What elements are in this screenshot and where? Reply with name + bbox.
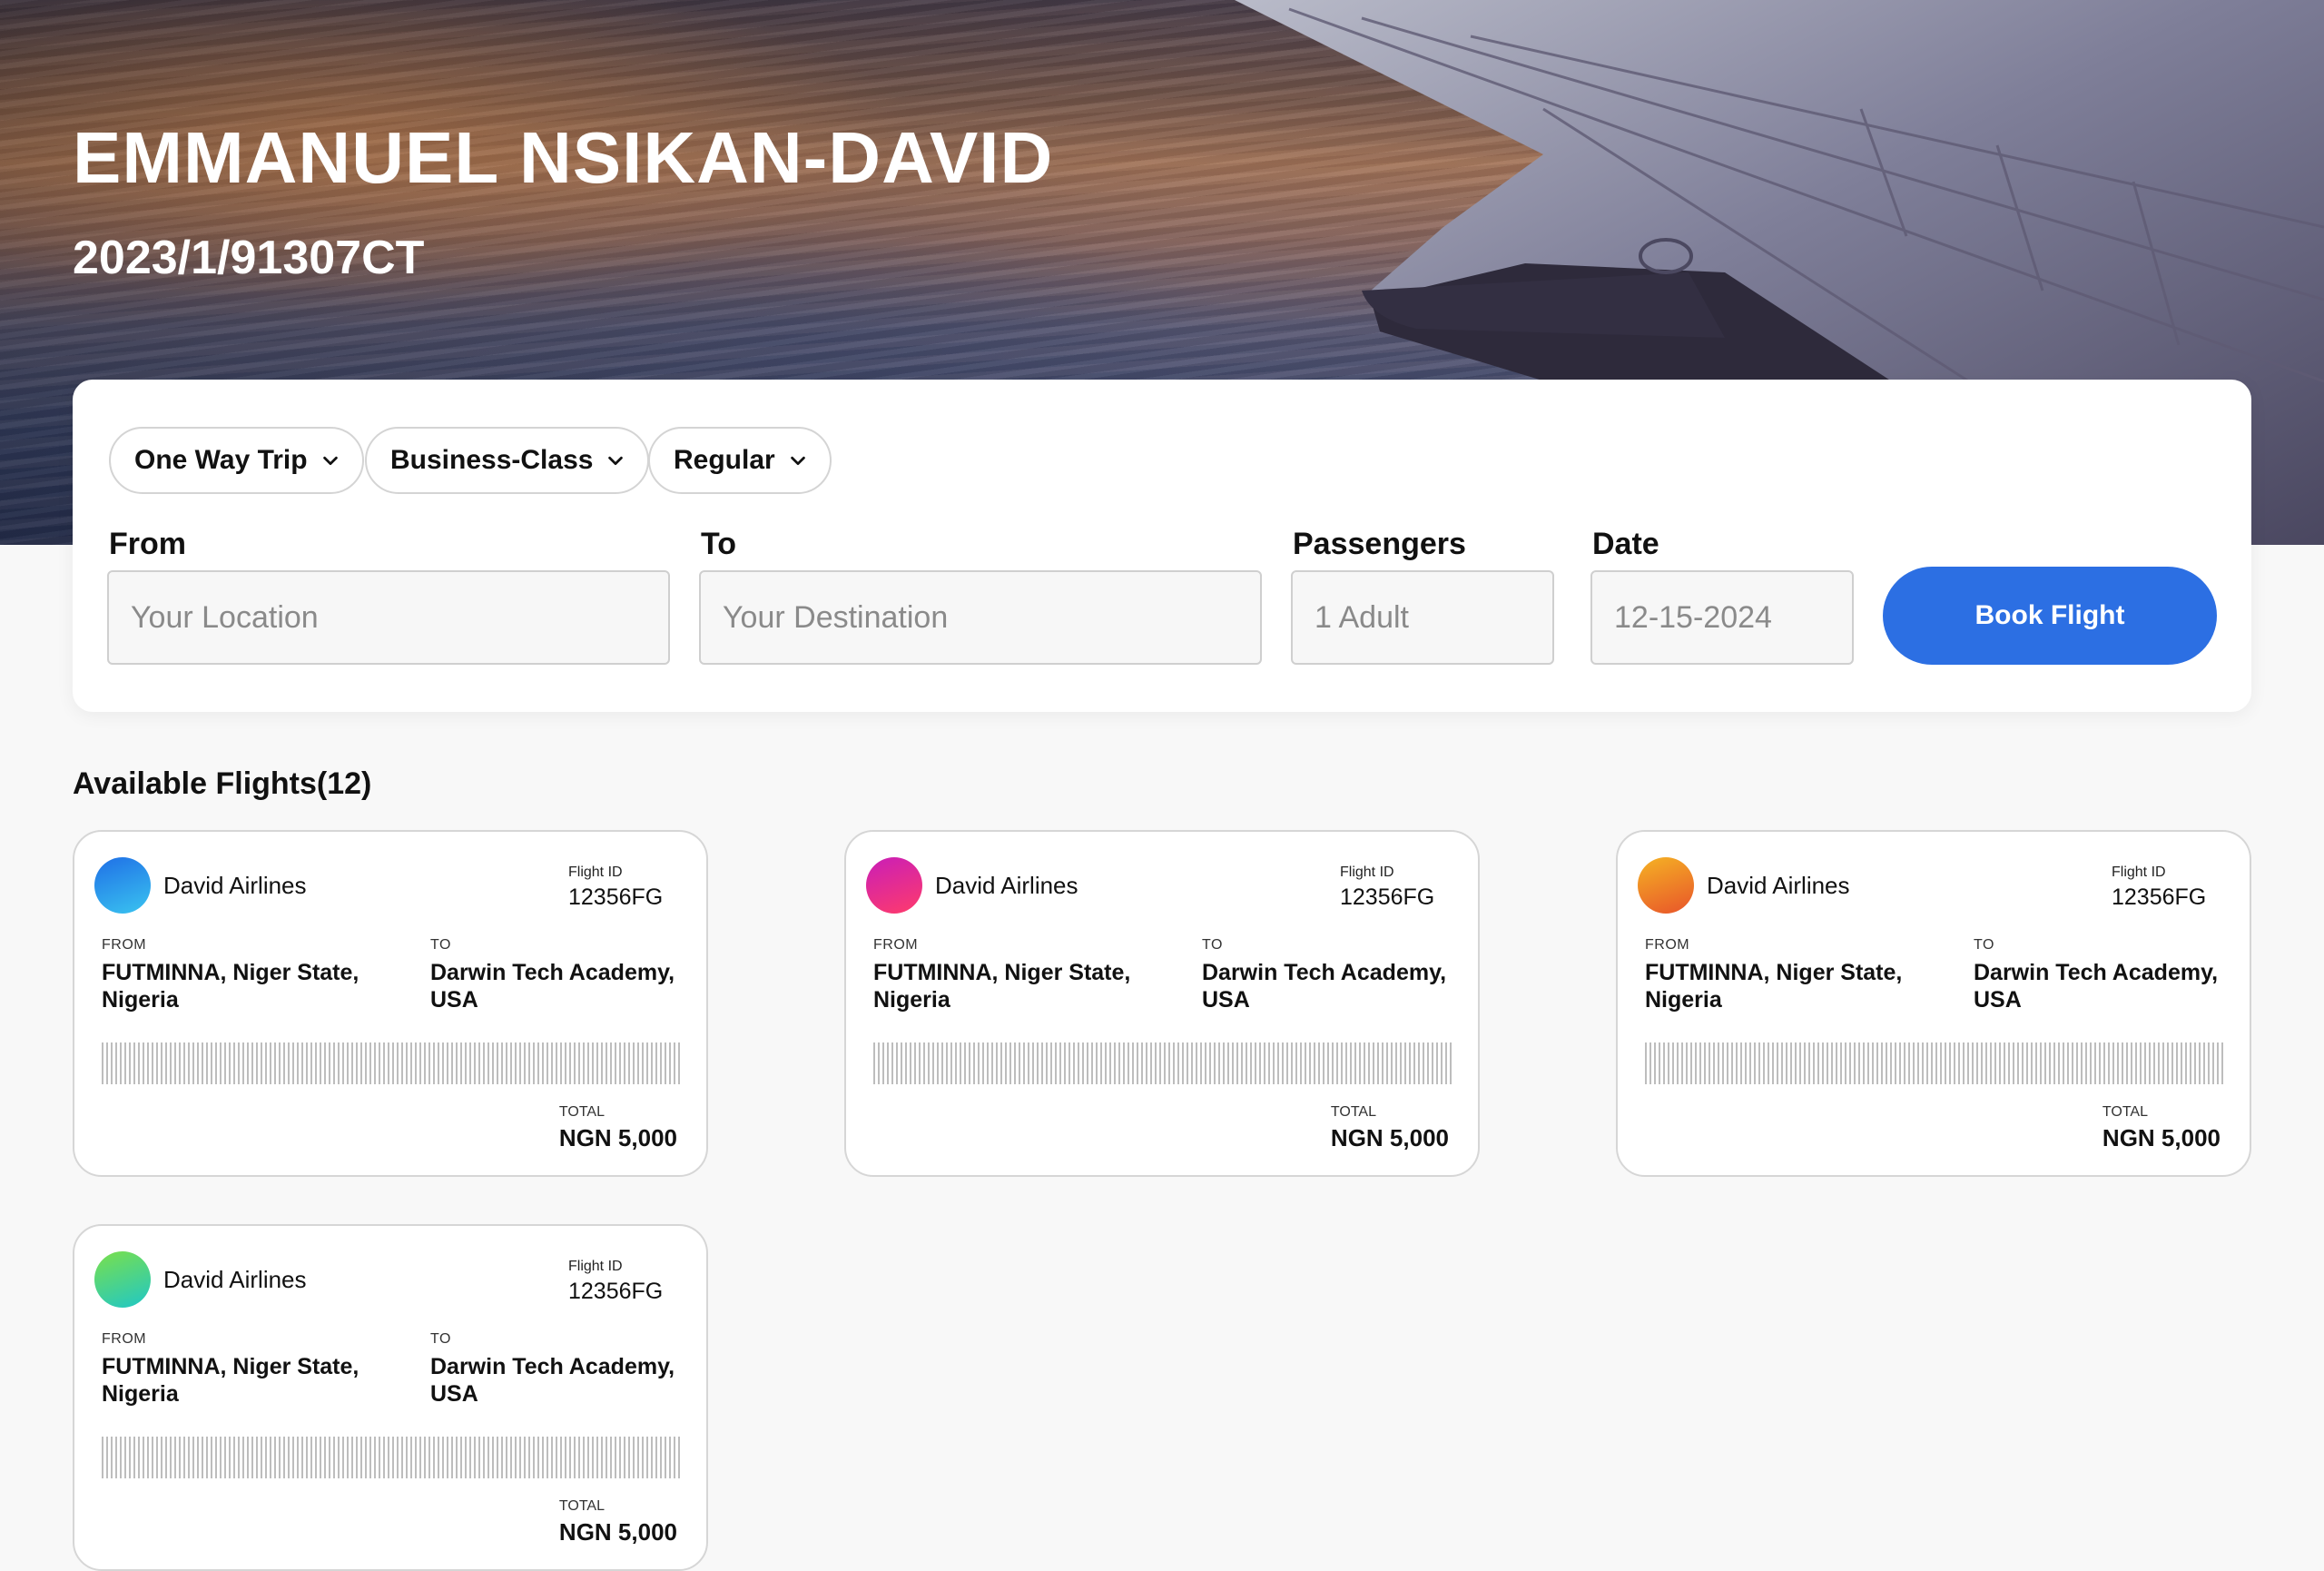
passengers-input[interactable]: 1 Adult (1291, 570, 1554, 665)
passenger-name: EMMANUEL NSIKAN-DAVID (73, 117, 1054, 198)
chevron-down-icon (790, 456, 805, 466)
airline-name: David Airlines (935, 872, 1078, 899)
total-price: NGN 5,000 (558, 1518, 677, 1546)
to-place: Darwin Tech Academy, USA (430, 960, 675, 1013)
airline-name: David Airlines (163, 872, 307, 899)
to-label: To (701, 527, 737, 561)
barcode-graphic (1645, 1042, 2224, 1084)
from-caption: FROM (102, 937, 147, 953)
total-price: NGN 5,000 (2102, 1124, 2221, 1151)
to-input-placeholder: Your Destination (723, 599, 949, 635)
passengers-input-placeholder: 1 Adult (1315, 599, 1409, 635)
cabin-class-label: Business-Class (390, 445, 594, 475)
from-place: FUTMINNA, Niger State, Nigeria (102, 960, 359, 1013)
flight-id: 12356FG (568, 884, 664, 910)
airline-logo-icon (94, 1251, 151, 1308)
flight-card[interactable]: David Airlines Flight ID 12356FG FROM FU… (73, 1224, 708, 1571)
cabin-class-dropdown[interactable]: Business-Class (365, 427, 650, 494)
chevron-down-icon (322, 456, 338, 466)
date-input[interactable]: 12-15-2024 (1590, 570, 1854, 665)
to-caption: TO (1202, 937, 1223, 953)
date-label: Date (1592, 527, 1659, 561)
airline-logo-icon (1638, 857, 1694, 914)
fare-type-dropdown[interactable]: Regular (648, 427, 832, 494)
from-caption: FROM (873, 937, 919, 953)
flight-id-label: Flight ID (568, 1259, 623, 1274)
to-caption: TO (430, 1331, 451, 1347)
flight-card[interactable]: David Airlines Flight ID 12356FG FROM FU… (844, 830, 1480, 1177)
to-place: Darwin Tech Academy, USA (430, 1354, 675, 1407)
from-caption: FROM (1645, 937, 1690, 953)
total-caption: TOTAL (558, 1498, 605, 1514)
from-label: From (109, 527, 186, 561)
trip-type-label: One Way Trip (134, 445, 308, 475)
to-input[interactable]: Your Destination (699, 570, 1262, 665)
barcode-graphic (102, 1042, 681, 1084)
flight-id-label: Flight ID (1340, 865, 1394, 880)
to-place: Darwin Tech Academy, USA (1202, 960, 1447, 1013)
total-caption: TOTAL (1330, 1104, 1376, 1120)
flight-id: 12356FG (568, 1279, 664, 1304)
airline-logo-icon (866, 857, 922, 914)
barcode-graphic (102, 1437, 681, 1478)
flight-id-label: Flight ID (2112, 865, 2166, 880)
to-caption: TO (430, 937, 451, 953)
available-flights-heading: Available Flights(12) (73, 766, 372, 801)
airline-name: David Airlines (1707, 872, 1850, 899)
passenger-id: 2023/1/91307CT (73, 232, 425, 284)
total-caption: TOTAL (2102, 1104, 2148, 1120)
from-caption: FROM (102, 1331, 147, 1347)
fare-type-label: Regular (674, 445, 775, 475)
from-place: FUTMINNA, Niger State, Nigeria (873, 960, 1131, 1013)
barcode-graphic (873, 1042, 1452, 1084)
chevron-down-icon (608, 456, 624, 466)
flight-card[interactable]: David Airlines Flight ID 12356FG FROM FU… (73, 830, 708, 1177)
trip-type-dropdown[interactable]: One Way Trip (109, 427, 364, 494)
from-place: FUTMINNA, Niger State, Nigeria (1645, 960, 1903, 1013)
date-input-placeholder: 12-15-2024 (1614, 599, 1772, 635)
total-caption: TOTAL (558, 1104, 605, 1120)
airline-name: David Airlines (163, 1266, 307, 1293)
flight-card[interactable]: David Airlines Flight ID 12356FG FROM FU… (1616, 830, 2251, 1177)
total-price: NGN 5,000 (1330, 1124, 1449, 1151)
from-input[interactable]: Your Location (107, 570, 670, 665)
airline-logo-icon (94, 857, 151, 914)
flight-search-panel: One Way Trip Business-Class Regular From… (73, 380, 2251, 712)
book-flight-button[interactable]: Book Flight (1883, 567, 2217, 665)
from-input-placeholder: Your Location (131, 599, 319, 635)
flight-id-label: Flight ID (568, 865, 623, 880)
passengers-label: Passengers (1293, 527, 1466, 561)
flight-id: 12356FG (2112, 884, 2207, 910)
to-caption: TO (1974, 937, 1994, 953)
to-place: Darwin Tech Academy, USA (1974, 960, 2219, 1013)
flight-id: 12356FG (1340, 884, 1435, 910)
from-place: FUTMINNA, Niger State, Nigeria (102, 1354, 359, 1407)
total-price: NGN 5,000 (558, 1124, 677, 1151)
